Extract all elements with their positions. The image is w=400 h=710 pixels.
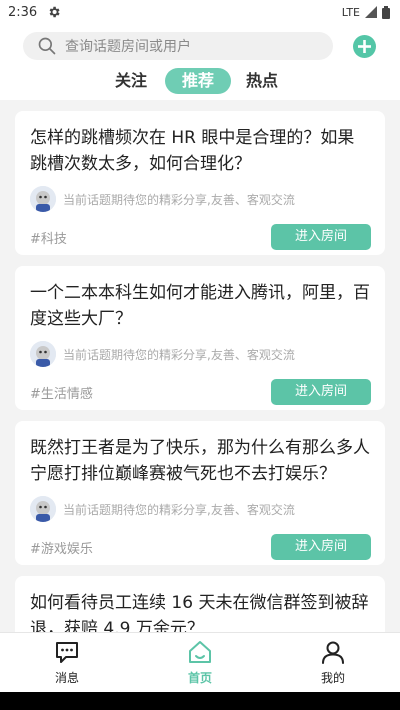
topic-meta: 当前话题期待您的精彩分享,友善、客观交流: [30, 341, 371, 367]
header: 查询话题房间或用户 关注 推荐 热点: [0, 24, 400, 100]
enter-room-button[interactable]: 进入房间: [271, 534, 371, 560]
tab-recommend[interactable]: 推荐: [165, 68, 231, 94]
status-bar: 2:36 LTE: [0, 0, 400, 24]
topic-hint: 当前话题期待您的精彩分享,友善、客观交流: [63, 347, 295, 362]
status-indicators: LTE: [341, 5, 390, 19]
plus-icon: [358, 40, 371, 53]
profile-icon: [322, 641, 344, 664]
topic-title: 一个二本本科生如何才能进入腾讯，阿里，百度这些大厂？: [30, 283, 370, 329]
topic-title: 怎样的跳槽频次在 HR 眼中是合理的？如果跳槽次数太多，如何合理化？: [30, 128, 355, 174]
search-bar[interactable]: 查询话题房间或用户: [23, 32, 333, 60]
search-icon: [38, 37, 56, 55]
topic-card[interactable]: 怎样的跳槽频次在 HR 眼中是合理的？如果跳槽次数太多，如何合理化？ 当前话题期…: [15, 111, 385, 255]
system-navigation-bar: [0, 692, 400, 710]
topic-title: 既然打王者是为了快乐，那为什么有那么多人宁愿打排位巅峰赛被气死也不去打娱乐？: [30, 438, 370, 484]
topic-tag[interactable]: #游戏娱乐: [30, 538, 93, 557]
network-label: LTE: [341, 5, 360, 19]
signal-icon: [365, 6, 377, 18]
gear-icon: [49, 6, 60, 18]
topic-hint: 当前话题期待您的精彩分享,友善、客观交流: [63, 502, 295, 517]
status-time: 2:36: [8, 4, 38, 20]
topic-footer: #科技 进入房间: [30, 224, 371, 250]
search-placeholder: 查询话题房间或用户: [65, 39, 191, 55]
tab-hot[interactable]: 热点: [246, 68, 278, 94]
avatar: [30, 341, 56, 367]
topic-card[interactable]: 既然打王者是为了快乐，那为什么有那么多人宁愿打排位巅峰赛被气死也不去打娱乐？ 当…: [15, 421, 385, 565]
topic-meta: 当前话题期待您的精彩分享,友善、客观交流: [30, 496, 371, 522]
topic-card[interactable]: 如何看待员工连续 16 天未在微信群签到被辞退，获赔 4.9 万余元？: [15, 576, 385, 632]
avatar: [30, 496, 56, 522]
topic-feed[interactable]: 怎样的跳槽频次在 HR 眼中是合理的？如果跳槽次数太多，如何合理化？ 当前话题期…: [0, 100, 400, 632]
avatar-image: [30, 341, 56, 367]
avatar: [30, 186, 56, 212]
add-button[interactable]: [353, 35, 376, 58]
avatar-image: [30, 496, 56, 522]
tab-bar: 关注 推荐 热点: [0, 68, 400, 94]
topic-card[interactable]: 一个二本本科生如何才能进入腾讯，阿里，百度这些大厂？ 当前话题期待您的精彩分享,…: [15, 266, 385, 410]
nav-label: 我的: [320, 671, 345, 685]
home-icon: [189, 641, 211, 663]
avatar-image: [30, 186, 56, 212]
tab-follow[interactable]: 关注: [115, 68, 147, 94]
topic-tag[interactable]: #科技: [30, 228, 67, 247]
enter-room-button[interactable]: 进入房间: [271, 224, 371, 250]
nav-profile[interactable]: 我的: [303, 639, 363, 686]
nav-label: 消息: [54, 671, 79, 685]
topic-tag[interactable]: #生活情感: [30, 383, 93, 402]
enter-room-button[interactable]: 进入房间: [271, 379, 371, 405]
nav-home[interactable]: 首页: [170, 639, 230, 686]
message-icon: [56, 642, 78, 663]
topic-footer: #游戏娱乐 进入房间: [30, 534, 371, 560]
bottom-nav: 消息 首页 我的: [0, 632, 400, 692]
topic-footer: #生活情感 进入房间: [30, 379, 371, 405]
topic-meta: 当前话题期待您的精彩分享,友善、客观交流: [30, 186, 371, 212]
nav-label: 首页: [187, 671, 212, 685]
topic-hint: 当前话题期待您的精彩分享,友善、客观交流: [63, 192, 295, 207]
battery-icon: [382, 5, 390, 19]
nav-messages[interactable]: 消息: [37, 639, 97, 686]
topic-title: 如何看待员工连续 16 天未在微信群签到被辞退，获赔 4.9 万余元？: [30, 593, 369, 632]
